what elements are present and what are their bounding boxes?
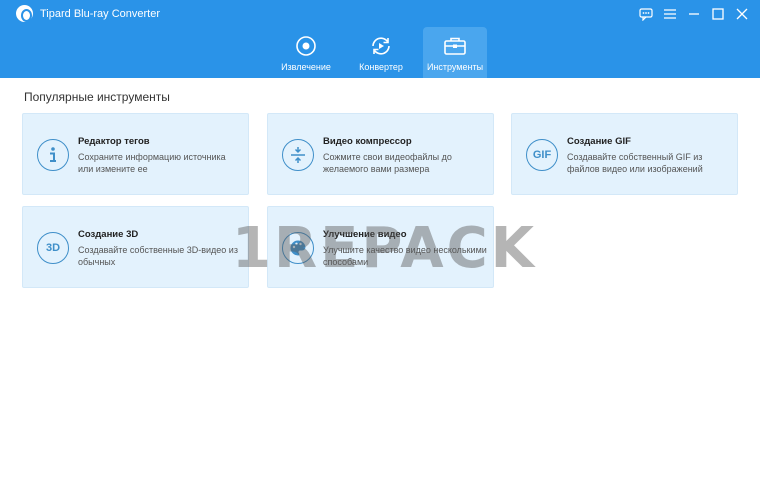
tab-tools[interactable]: Инструменты: [423, 27, 487, 78]
tool-description: Сохраните информацию источника или измен…: [78, 152, 226, 174]
tool-description: Сожмите свои видеофайлы до желаемого вам…: [323, 152, 452, 174]
tab-converter[interactable]: Конвертер: [349, 27, 413, 78]
toolbox-icon: [443, 34, 467, 58]
tool-title: Видео компрессор: [323, 136, 412, 147]
tool-card-gif-maker[interactable]: GIF Создание GIF Создавайте собственный …: [511, 113, 738, 195]
tab-tools-label: Инструменты: [426, 62, 484, 72]
tab-extract[interactable]: Извлечение: [274, 27, 338, 78]
app-title: Tipard Blu-ray Converter: [40, 8, 161, 20]
tool-title: Создание GIF: [567, 136, 631, 147]
tool-card-tag-editor[interactable]: Редактор тегов Сохраните информацию исто…: [22, 113, 249, 195]
tool-card-video-compressor[interactable]: Видео компрессор Сожмите свои видеофайлы…: [267, 113, 494, 195]
info-icon: [37, 139, 69, 171]
main-nav: Извлечение Конвертер Инструменты: [0, 27, 760, 78]
menu-icon[interactable]: [660, 4, 680, 24]
window-controls: [636, 4, 752, 24]
3d-icon-text: 3D: [45, 242, 61, 254]
maximize-icon[interactable]: [708, 4, 728, 24]
app-logo-icon: [16, 5, 33, 22]
gif-icon-text: GIF: [532, 149, 552, 161]
minimize-icon[interactable]: [684, 4, 704, 24]
close-icon[interactable]: [732, 4, 752, 24]
tool-card-3d-maker[interactable]: 3D Создание 3D Создавайте собственные 3D…: [22, 206, 249, 288]
tab-extract-label: Извлечение: [281, 62, 331, 72]
tool-title: Редактор тегов: [78, 136, 150, 147]
section-title: Популярные инструменты: [24, 90, 170, 104]
disc-icon: [295, 34, 317, 58]
convert-icon: [369, 34, 393, 58]
tool-description: Создавайте собственный GIF из файлов вид…: [567, 152, 703, 174]
tab-converter-label: Конвертер: [359, 62, 403, 72]
watermark: 1REPACK: [232, 216, 538, 281]
tool-description: Создавайте собственные 3D-видео из обычн…: [78, 245, 238, 267]
title-bar: Tipard Blu-ray Converter Извлечение Конв…: [0, 0, 760, 78]
compress-icon: [282, 139, 314, 171]
gif-icon: GIF: [526, 139, 558, 171]
3d-icon: 3D: [37, 232, 69, 264]
tool-title: Создание 3D: [78, 229, 139, 240]
feedback-icon[interactable]: [636, 4, 656, 24]
